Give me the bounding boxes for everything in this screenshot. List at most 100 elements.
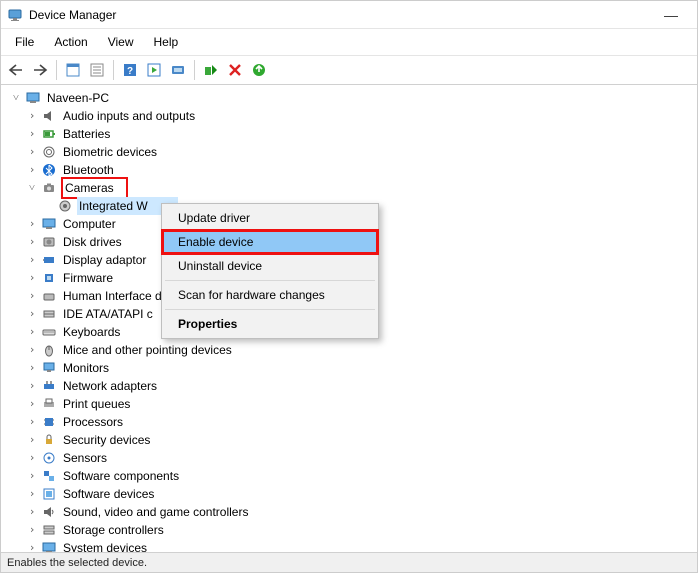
toolbar-separator [56,60,57,80]
expand-icon[interactable]: › [25,521,39,539]
tree-item[interactable]: › Security devices [9,431,697,449]
ctx-update-driver[interactable]: Update driver [164,206,376,230]
tree-item-label[interactable]: Processors [61,413,125,431]
tree-item-label[interactable]: Software devices [61,485,156,503]
device-category-icon [41,234,57,250]
expand-icon[interactable]: › [25,143,39,161]
expand-icon[interactable]: › [25,341,39,359]
tree-item-label[interactable]: Audio inputs and outputs [61,107,197,125]
expand-icon[interactable]: › [25,287,39,305]
help-icon[interactable]: ? [119,59,141,81]
tree-item-label[interactable]: Keyboards [61,323,122,341]
device-category-icon [41,306,57,322]
tree-item[interactable]: › Audio inputs and outputs [9,107,697,125]
ctx-scan-hardware[interactable]: Scan for hardware changes [164,283,376,307]
device-category-icon [41,450,57,466]
collapse-icon[interactable]: ˅ [9,89,23,107]
expand-icon[interactable]: › [25,467,39,485]
expand-icon[interactable]: › [25,449,39,467]
expand-icon[interactable]: › [25,359,39,377]
uninstall-icon[interactable] [224,59,246,81]
window-title: Device Manager [29,8,651,22]
menu-action[interactable]: Action [46,33,95,51]
ctx-separator [165,309,375,310]
tree-item[interactable]: › Software devices [9,485,697,503]
tree-item-label[interactable]: Sound, video and game controllers [61,503,250,521]
tree-item-label[interactable]: Network adapters [61,377,159,395]
ctx-properties[interactable]: Properties [164,312,376,336]
enable-device-icon[interactable] [200,59,222,81]
tree-item[interactable]: › Batteries [9,125,697,143]
tree-item[interactable]: › Biometric devices [9,143,697,161]
update-driver-icon[interactable] [248,59,270,81]
tree-item-label[interactable]: Firmware [61,269,115,287]
tree-item-label[interactable]: Biometric devices [61,143,159,161]
device-category-icon [41,180,57,196]
expand-icon[interactable]: › [25,323,39,341]
tree-item[interactable]: › Monitors [9,359,697,377]
tree-item-label[interactable]: Computer [61,215,118,233]
tree-item-label[interactable]: Software components [61,467,181,485]
device-category-icon [41,252,57,268]
ctx-enable-device[interactable]: Enable device [164,230,376,254]
menu-view[interactable]: View [100,33,142,51]
tree-item-label[interactable]: Storage controllers [61,521,166,539]
expand-icon[interactable]: › [25,251,39,269]
tree-item-label[interactable]: System devices [61,539,149,552]
minimize-button[interactable]: — [651,7,691,23]
tree-item[interactable]: › Print queues [9,395,697,413]
tree-item[interactable]: › Sensors [9,449,697,467]
device-category-icon [41,486,57,502]
ctx-uninstall-device[interactable]: Uninstall device [164,254,376,278]
tree-item-label[interactable]: Human Interface d [61,287,164,305]
tree-item-label[interactable]: Mice and other pointing devices [61,341,234,359]
expand-icon[interactable]: › [25,233,39,251]
tree-item-label[interactable]: Disk drives [61,233,124,251]
scan-hardware-icon[interactable] [167,59,189,81]
expand-icon[interactable]: › [25,107,39,125]
tree-item-label[interactable]: Security devices [61,431,152,449]
tree-item[interactable]: › Mice and other pointing devices [9,341,697,359]
ctx-separator [165,280,375,281]
show-hidden-icon[interactable] [62,59,84,81]
tree-root[interactable]: Naveen-PC [45,89,111,107]
back-button[interactable] [5,59,27,81]
expand-icon[interactable]: › [25,161,39,179]
forward-button[interactable] [29,59,51,81]
collapse-icon[interactable]: ˅ [25,179,39,197]
tree-item[interactable]: › Software components [9,467,697,485]
expand-icon[interactable]: › [25,377,39,395]
tree-item[interactable]: ˅ Cameras [9,179,697,197]
expand-icon[interactable]: › [25,485,39,503]
menu-help[interactable]: Help [146,33,187,51]
device-category-icon [41,108,57,124]
expand-icon[interactable]: › [25,305,39,323]
tree-item[interactable]: › Network adapters [9,377,697,395]
expand-icon[interactable]: › [25,269,39,287]
tree-item-label[interactable]: IDE ATA/ATAPI c [61,305,155,323]
tree-item-label[interactable]: Display adaptor [61,251,148,269]
expand-icon[interactable]: › [25,395,39,413]
camera-device-icon [57,198,73,214]
toolbar: ? [1,56,697,85]
tree-item[interactable]: › Storage controllers [9,521,697,539]
expand-icon[interactable]: › [25,125,39,143]
menu-file[interactable]: File [7,33,42,51]
toolbar-separator [194,60,195,80]
expand-icon[interactable]: › [25,413,39,431]
tree-item-label[interactable]: Sensors [61,449,109,467]
tree-item-label[interactable]: Print queues [61,395,132,413]
action-icon[interactable] [143,59,165,81]
tree-item-cameras[interactable]: Cameras [61,177,128,199]
expand-icon[interactable]: › [25,503,39,521]
tree-item-label[interactable]: Batteries [61,125,112,143]
tree-item[interactable]: › System devices [9,539,697,552]
device-category-icon [41,162,57,178]
tree-item-label[interactable]: Monitors [61,359,111,377]
tree-item[interactable]: › Processors [9,413,697,431]
expand-icon[interactable]: › [25,215,39,233]
expand-icon[interactable]: › [25,539,39,552]
expand-icon[interactable]: › [25,431,39,449]
properties-icon[interactable] [86,59,108,81]
tree-item[interactable]: › Sound, video and game controllers [9,503,697,521]
